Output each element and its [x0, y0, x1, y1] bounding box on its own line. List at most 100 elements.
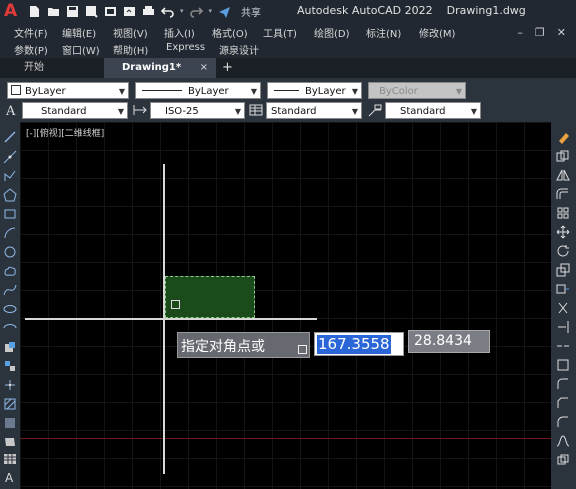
hatch-icon[interactable] [3, 397, 17, 411]
multileader-style-icon[interactable] [367, 102, 383, 118]
svg-text:A: A [5, 471, 14, 484]
menu-dimension[interactable]: 标注(N) [366, 25, 401, 40]
mirror-icon[interactable] [556, 168, 570, 182]
redo-dropdown-icon[interactable]: ▾ [209, 7, 213, 15]
menu-draw[interactable]: 绘图(D) [314, 25, 350, 40]
tab-start[interactable]: 开始 [14, 58, 104, 78]
extend-icon[interactable] [556, 320, 570, 334]
menu-format[interactable]: 格式(O) [212, 25, 248, 40]
explode-icon[interactable] [556, 453, 570, 467]
table-icon[interactable] [3, 452, 17, 466]
arc-icon[interactable] [3, 226, 17, 240]
open-folder-icon[interactable] [47, 5, 60, 18]
menu-modify[interactable]: 修改(M) [419, 25, 455, 40]
rotate-icon[interactable] [556, 244, 570, 258]
chevron-down-icon: ▼ [470, 107, 477, 116]
menu-help[interactable]: 帮助(H) [113, 42, 148, 57]
cloud-icon[interactable] [104, 5, 117, 18]
options-arrow-icon[interactable] [298, 345, 307, 354]
circle-icon[interactable] [3, 245, 17, 259]
chevron-down-icon: ▼ [117, 107, 124, 116]
menu-tools[interactable]: 工具(T) [263, 25, 297, 40]
move-icon[interactable] [556, 225, 570, 239]
fillet-icon[interactable] [556, 415, 570, 429]
properties-styles-toolbar: ByLayer ▼ ByLayer ▼ ByLayer ▼ ByColor ▼ A St… [0, 78, 576, 122]
ellipse-arc-icon[interactable] [3, 321, 17, 335]
undo-icon[interactable] [161, 5, 174, 18]
array-icon[interactable] [556, 206, 570, 220]
dim-style-icon[interactable] [132, 102, 148, 118]
x-coordinate-input[interactable]: 167.3558 [314, 332, 404, 356]
construction-line-icon[interactable] [3, 150, 17, 164]
tab-drawing1-label: Drawing1* [122, 62, 182, 73]
point-icon[interactable] [3, 378, 17, 392]
menu-parametric[interactable]: 参数(P) [14, 42, 48, 57]
redo-icon[interactable] [189, 5, 203, 18]
restore-icon[interactable]: ❐ [535, 26, 545, 39]
grid [20, 122, 551, 489]
chevron-down-icon: ▼ [118, 87, 125, 96]
stretch-icon[interactable] [556, 282, 570, 296]
y-coordinate-value: 28.8434 [414, 333, 472, 349]
text-style-dropdown[interactable]: Standard ▼ [22, 102, 128, 119]
drawing-area[interactable]: [-][俯视][二维线框] 指定对角点或 167.3558 28.8434 [20, 122, 551, 489]
share-cloud-icon[interactable] [123, 5, 136, 18]
lineweight-dropdown[interactable]: ByLayer ▼ [267, 82, 362, 99]
line-icon[interactable] [3, 130, 17, 144]
trim-icon[interactable] [556, 301, 570, 315]
break-at-point-icon[interactable] [556, 339, 570, 353]
menu-edit[interactable]: 编辑(E) [62, 25, 96, 40]
chamfer-icon[interactable] [556, 396, 570, 410]
plot-icon[interactable] [142, 5, 155, 18]
document-window-controls: – ❐ ✕ [517, 26, 566, 39]
new-tab-button[interactable]: + [222, 58, 233, 77]
menu-insert[interactable]: 插入(I) [164, 25, 195, 40]
insert-block-icon[interactable] [3, 340, 17, 354]
join-icon[interactable] [556, 377, 570, 391]
erase-icon[interactable] [556, 130, 570, 144]
window-title: Autodesk AutoCAD 2022 Drawing1.dwg [297, 4, 526, 17]
share-button[interactable]: 共享 [241, 4, 261, 19]
copy-icon[interactable] [556, 149, 570, 163]
menu-file[interactable]: 文件(F) [14, 25, 48, 40]
text-style-icon[interactable]: A [4, 102, 20, 118]
table-style-dropdown[interactable]: Standard ▼ [266, 102, 362, 119]
gradient-icon[interactable] [3, 416, 17, 430]
make-block-icon[interactable] [3, 359, 17, 373]
share-icon[interactable] [218, 5, 231, 18]
ellipse-icon[interactable] [3, 302, 17, 316]
break-icon[interactable] [556, 358, 570, 372]
menu-yuanquan[interactable]: 源泉设计 [219, 42, 259, 57]
save-as-icon[interactable] [85, 5, 98, 18]
blend-curves-icon[interactable] [556, 434, 570, 448]
close-icon[interactable]: ✕ [557, 26, 566, 39]
plotstyle-value: ByColor [379, 86, 418, 97]
dim-style-dropdown[interactable]: ISO-25 ▼ [150, 102, 245, 119]
scale-icon[interactable] [556, 263, 570, 277]
viewport-controls[interactable]: [-][俯视][二维线框] [26, 126, 104, 139]
polyline-icon[interactable] [3, 169, 17, 183]
rectangle-icon[interactable] [3, 207, 17, 221]
menu-window[interactable]: 窗口(W) [62, 42, 100, 57]
menu-view[interactable]: 视图(V) [113, 25, 148, 40]
y-coordinate-input[interactable]: 28.8434 [408, 330, 490, 353]
new-file-icon[interactable] [28, 5, 41, 18]
multileader-style-dropdown[interactable]: Standard ▼ [385, 102, 481, 119]
mtext-icon[interactable]: A [3, 470, 17, 484]
color-dropdown[interactable]: ByLayer ▼ [7, 82, 129, 99]
offset-icon[interactable] [556, 187, 570, 201]
table-style-icon[interactable] [248, 102, 264, 118]
spline-icon[interactable] [3, 283, 17, 297]
save-icon[interactable] [66, 5, 79, 18]
polygon-icon[interactable] [3, 188, 17, 202]
linetype-dropdown[interactable]: ByLayer ▼ [135, 82, 261, 99]
tab-drawing1[interactable]: Drawing1* × [104, 58, 216, 78]
autocad-logo[interactable]: A [4, 1, 24, 21]
revcloud-icon[interactable] [3, 264, 17, 278]
region-icon[interactable] [3, 435, 17, 449]
close-tab-icon[interactable]: × [200, 58, 208, 78]
menu-express[interactable]: Express [166, 42, 205, 53]
draw-toolbar: A [0, 122, 20, 489]
undo-dropdown-icon[interactable]: ▾ [180, 7, 184, 15]
minimize-icon[interactable]: – [517, 26, 523, 39]
